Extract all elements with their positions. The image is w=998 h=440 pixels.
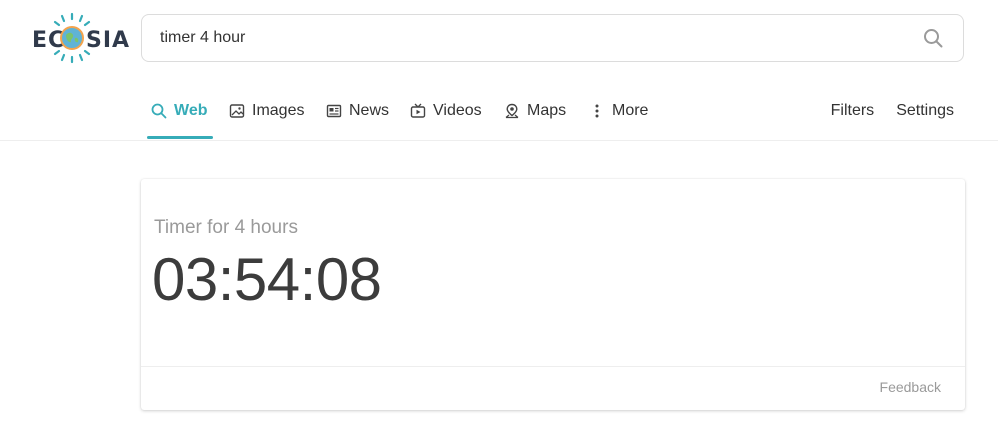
timer-label: Timer for 4 hours xyxy=(154,217,298,238)
header-links: Filters Settings xyxy=(831,102,954,120)
filters-link[interactable]: Filters xyxy=(831,102,875,120)
timer-countdown: 03:54:08 xyxy=(152,246,382,313)
tab-label: Maps xyxy=(527,102,567,119)
tab-label: News xyxy=(349,102,390,119)
feedback-link[interactable]: Feedback xyxy=(880,379,941,395)
ecosia-logo[interactable]: EC SIA xyxy=(28,8,129,68)
card-divider xyxy=(141,366,965,367)
search-input[interactable] xyxy=(160,15,900,61)
page: EC SIA Web Image xyxy=(0,0,998,440)
search-box[interactable] xyxy=(141,14,964,62)
tab-label: Images xyxy=(252,102,305,119)
settings-link[interactable]: Settings xyxy=(896,102,954,120)
logo-text-sia: SIA xyxy=(86,28,131,53)
more-vertical-icon xyxy=(595,104,599,118)
timer-card: Timer for 4 hours 03:54:08 Feedback xyxy=(141,179,965,410)
search-icon xyxy=(151,103,167,119)
tab-label: More xyxy=(612,102,649,119)
tab-maps[interactable]: Maps xyxy=(504,96,566,139)
header-divider xyxy=(0,140,998,141)
search-icon[interactable] xyxy=(923,28,943,48)
video-icon xyxy=(410,103,426,118)
tab-news[interactable]: News xyxy=(326,96,389,139)
tab-label: Web xyxy=(174,102,208,119)
tab-images[interactable]: Images xyxy=(229,96,304,139)
globe-icon xyxy=(60,26,84,50)
newspaper-icon xyxy=(326,104,342,118)
image-icon xyxy=(229,104,245,118)
tab-more[interactable]: More xyxy=(591,96,648,139)
map-pin-icon xyxy=(505,103,519,119)
tab-web[interactable]: Web xyxy=(147,96,213,139)
tab-videos[interactable]: Videos xyxy=(410,96,482,139)
tab-label: Videos xyxy=(433,102,482,119)
